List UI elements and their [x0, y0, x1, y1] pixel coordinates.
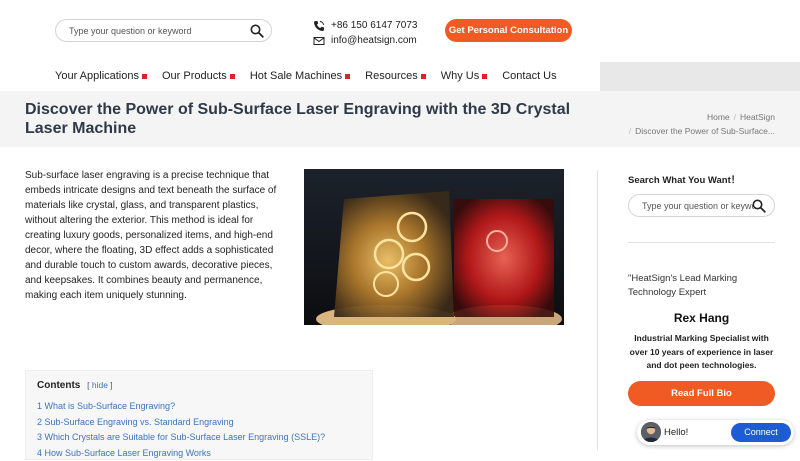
phone-number[interactable]: +86 150 6147 7073 [331, 20, 417, 31]
chat-connect-button[interactable]: Connect [731, 423, 791, 442]
avatar [641, 422, 661, 442]
page-title: Discover the Power of Sub-Surface Laser … [25, 100, 610, 138]
mail-icon [313, 35, 325, 47]
nav-label: Our Products [162, 70, 227, 82]
toc-item[interactable]: 1 What is Sub-Surface Engraving? [37, 399, 325, 415]
chat-greeting: Hello! [664, 427, 688, 438]
intro-paragraph: Sub-surface laser engraving is a precise… [25, 168, 285, 303]
sidebar-search-title: Search What You Want！ [628, 172, 740, 186]
nav-label: Hot Sale Machines [250, 70, 342, 82]
toc-hide-toggle[interactable]: [ hide ] [87, 380, 113, 390]
sidebar-rule [628, 242, 775, 243]
author-role: Industrial Marking Specialist with over … [628, 332, 775, 373]
nav-your-applications[interactable]: Your Applications [55, 70, 147, 82]
dropdown-indicator-icon [345, 74, 350, 79]
header-search-input[interactable] [69, 24, 239, 38]
main-nav: Your Applications Our Products Hot Sale … [55, 62, 572, 90]
author-name: Rex Hang [628, 311, 775, 325]
breadcrumb: Home / HeatSign / Discover the Power of Sub… [625, 110, 775, 138]
dropdown-indicator-icon [421, 74, 426, 79]
toc-list: 1 What is Sub-Surface Engraving? 2 Sub-S… [37, 399, 325, 461]
contact-info: +86 150 6147 7073 info@heatsign.com [313, 18, 417, 48]
dropdown-indicator-icon [230, 74, 235, 79]
nav-resources[interactable]: Resources [365, 70, 426, 82]
sidebar-search-input[interactable] [642, 199, 754, 213]
breadcrumb-heatsign[interactable]: HeatSign [740, 112, 775, 122]
nav-our-products[interactable]: Our Products [162, 70, 235, 82]
toc-title: Contents [37, 380, 80, 391]
nav-hot-sale-machines[interactable]: Hot Sale Machines [250, 70, 350, 82]
nav-label: Contact Us [502, 70, 556, 82]
nav-bar-end [600, 62, 800, 91]
nav-why-us[interactable]: Why Us [441, 70, 488, 82]
sidebar-search[interactable] [628, 194, 775, 217]
nav-label: Resources [365, 70, 418, 82]
toc-item[interactable]: 4 How Sub-Surface Laser Engraving Works [37, 446, 325, 461]
breadcrumb-separator: / [629, 126, 631, 136]
search-icon[interactable] [250, 24, 264, 38]
expert-quote: "HeatSign's Lead Marking Technology Expe… [628, 272, 778, 300]
chat-widget[interactable]: Hello! Connect [637, 420, 794, 445]
nav-label: Why Us [441, 70, 480, 82]
email-row[interactable]: info@heatsign.com [313, 33, 417, 48]
header-search[interactable] [55, 19, 272, 42]
toc-item[interactable]: 3 Which Crystals are Suitable for Sub-Su… [37, 430, 325, 446]
email-address[interactable]: info@heatsign.com [331, 35, 417, 46]
search-icon[interactable] [752, 199, 766, 213]
toc-item[interactable]: 2 Sub-Surface Engraving vs. Standard Eng… [37, 415, 325, 431]
nav-contact-us[interactable]: Contact Us [502, 70, 556, 82]
dropdown-indicator-icon [482, 74, 487, 79]
breadcrumb-separator: / [734, 112, 736, 122]
phone-icon [313, 20, 325, 32]
breadcrumb-home[interactable]: Home [707, 112, 730, 122]
toc-header: Contents [ hide ] [37, 380, 113, 391]
toc-hide-link[interactable]: hide [92, 380, 108, 390]
breadcrumb-current: Discover the Power of Sub-Surface... [635, 126, 775, 136]
dropdown-indicator-icon [142, 74, 147, 79]
personal-consultation-button[interactable]: Get Personal Consultation [445, 19, 572, 42]
sidebar-divider [597, 170, 598, 450]
nav-label: Your Applications [55, 70, 139, 82]
read-full-bio-button[interactable]: Read Full Bio [628, 381, 775, 406]
phone-row[interactable]: +86 150 6147 7073 [313, 18, 417, 33]
table-of-contents: Contents [ hide ] 1 What is Sub-Surface … [25, 370, 373, 460]
crystal-engraving-image [304, 169, 564, 325]
